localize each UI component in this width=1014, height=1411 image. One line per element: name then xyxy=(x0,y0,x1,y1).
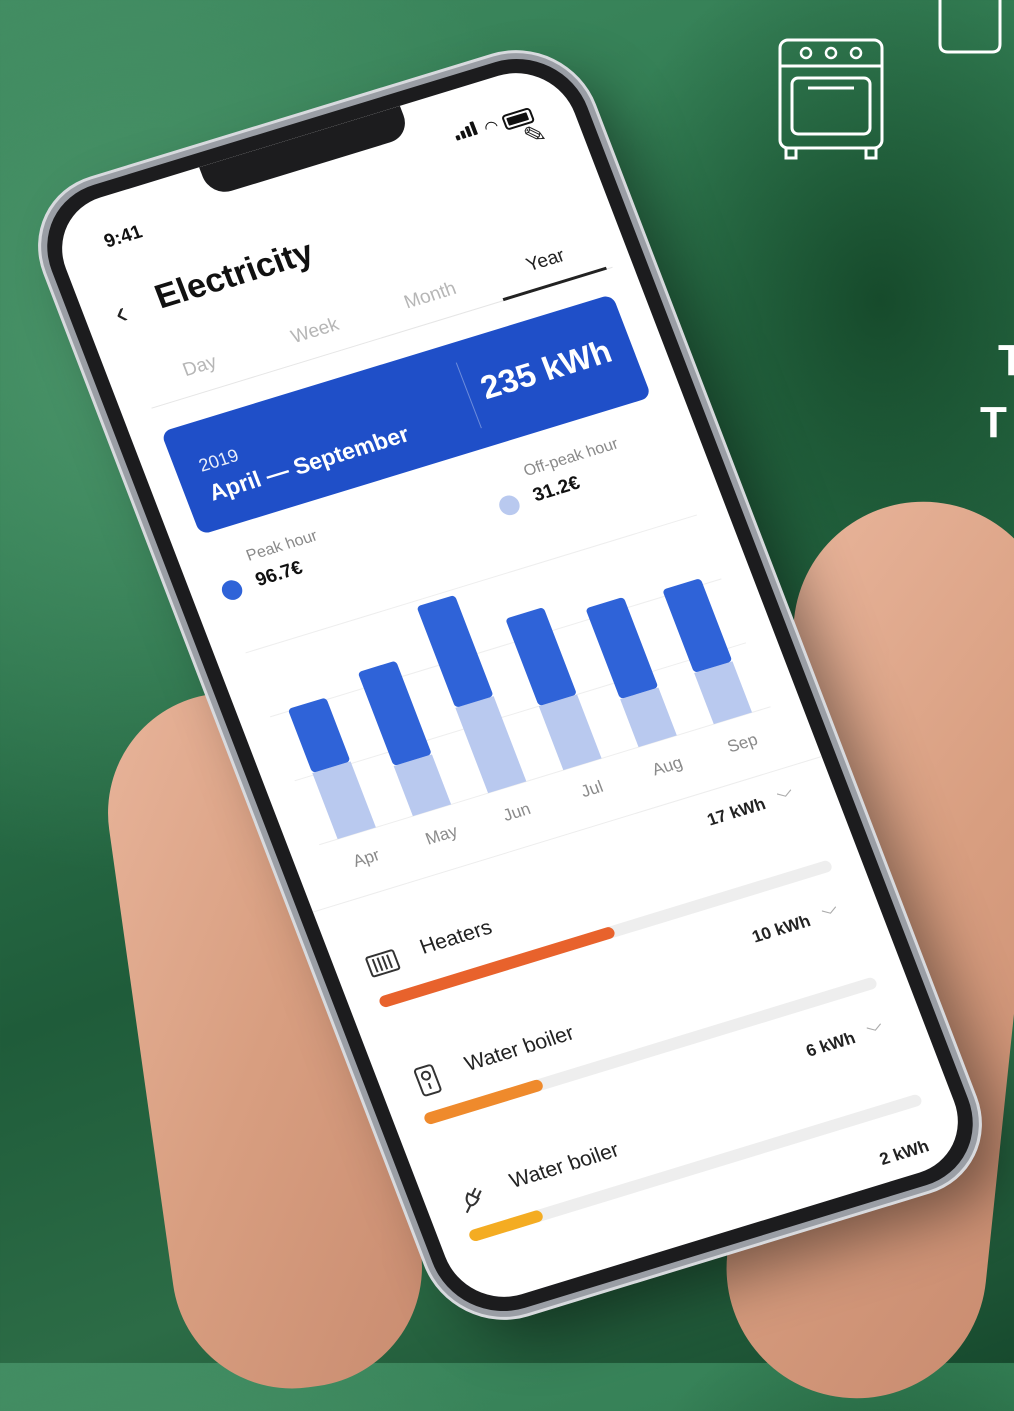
background-heading-line-1: T xyxy=(998,336,1014,385)
page-title: Electricity xyxy=(149,233,319,317)
usage-fill xyxy=(467,1209,545,1243)
phone-frame: 9:41 ◠ ‹ Electricity ✎ Day Week Month Ye… xyxy=(26,41,994,1329)
legend-offpeak-swatch xyxy=(496,493,523,518)
chart-bar-offpeak xyxy=(312,761,376,840)
phone-mockup: 9:41 ◠ ‹ Electricity ✎ Day Week Month Ye… xyxy=(26,40,994,1330)
chart-x-tick-label: Sep xyxy=(725,730,761,757)
chevron-left-icon[interactable]: ‹ xyxy=(109,294,132,332)
tab-week[interactable]: Week xyxy=(250,294,382,372)
legend-peak-swatch xyxy=(218,577,246,603)
device-amount: 10 kWh xyxy=(749,911,814,947)
lightning-icon xyxy=(509,1300,521,1312)
chart-bar-peak xyxy=(586,597,658,699)
heater-icon xyxy=(365,949,401,978)
device-amount: 6 kWh xyxy=(803,1028,859,1061)
device-name: Water boiler xyxy=(506,1138,623,1193)
chart-x-tick-label: May xyxy=(423,821,461,848)
chart-x-tick-label: Jul xyxy=(578,777,606,801)
chevron-down-icon[interactable]: ﹀ xyxy=(819,901,843,928)
legend-peak-label: Peak hour xyxy=(244,527,320,565)
pencil-icon[interactable]: ✎ xyxy=(519,117,551,152)
wifi-icon: ◠ xyxy=(481,117,502,138)
summary-total: 235 kWh xyxy=(475,332,617,407)
chevron-down-icon[interactable]: ﹀ xyxy=(864,1018,888,1045)
device-name: Water boiler xyxy=(461,1021,578,1076)
plug-icon xyxy=(465,1187,482,1214)
chart-bar-offpeak xyxy=(694,661,753,725)
tab-month[interactable]: Month xyxy=(365,259,497,337)
chart-x-tick-label: Aug xyxy=(649,753,685,780)
device-amount: 17 kWh xyxy=(704,794,769,830)
chart-bar-offpeak xyxy=(455,696,527,794)
status-time: 9:41 xyxy=(101,221,146,253)
usage-track xyxy=(512,1210,969,1312)
chart-x-tick-label: Jun xyxy=(500,799,533,825)
device-amount: 2 kWh xyxy=(876,1136,932,1169)
tab-day[interactable]: Day xyxy=(135,329,267,407)
chart-bar-peak xyxy=(417,595,493,707)
chart-bar-peak xyxy=(358,661,431,766)
chart-bar-peak xyxy=(663,579,732,672)
chart-bar-offpeak xyxy=(393,754,452,817)
chart-x-tick-label: Apr xyxy=(350,845,382,871)
device-name: Others xyxy=(551,1269,620,1310)
chevron-down-icon[interactable]: ﹀ xyxy=(774,784,798,811)
chart-bar-peak xyxy=(506,608,576,706)
app-screen: 9:41 ◠ ‹ Electricity ✎ Day Week Month Ye… xyxy=(45,58,975,1312)
chart-bar-peak xyxy=(288,698,350,773)
water-boiler-icon xyxy=(413,1064,442,1097)
device-name: Heaters xyxy=(416,915,496,959)
signal-icon xyxy=(452,121,482,146)
tab-year[interactable]: Year xyxy=(481,224,613,302)
chart-bar-offpeak xyxy=(538,694,602,771)
background-heading-line-2: T xyxy=(980,398,1007,447)
